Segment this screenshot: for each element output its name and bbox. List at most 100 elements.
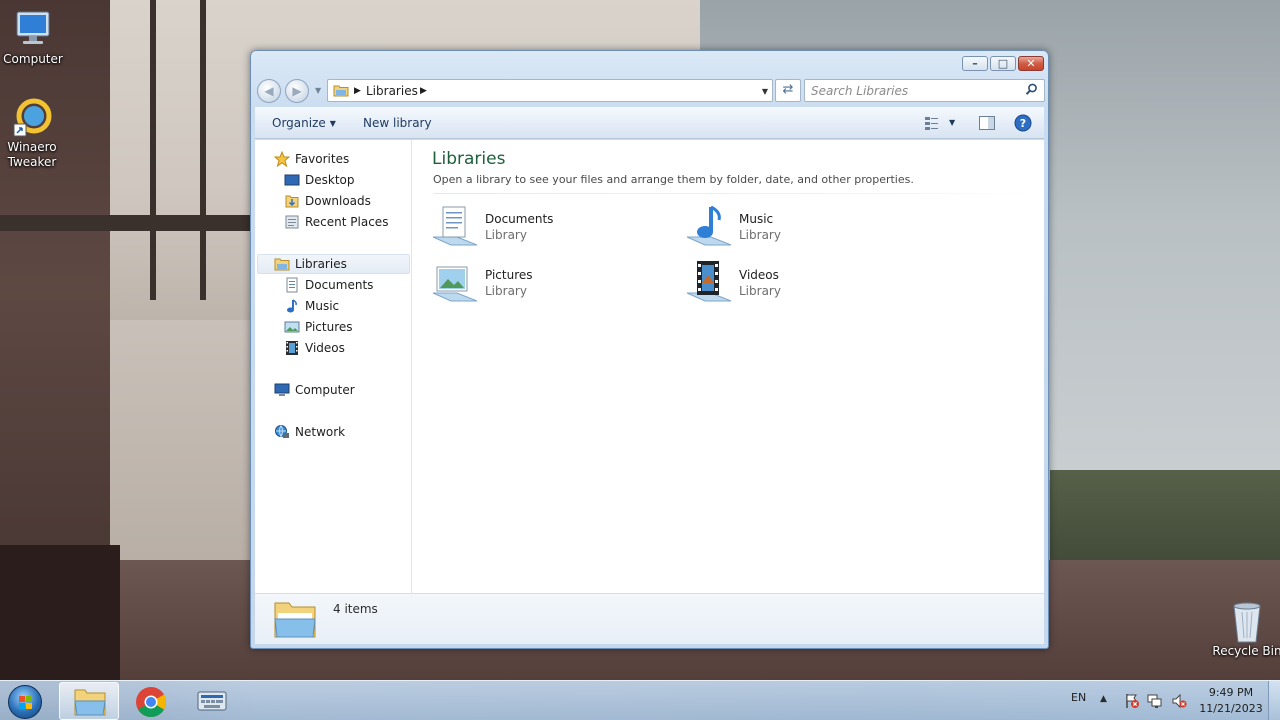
search-icon[interactable] xyxy=(1025,83,1038,99)
navigation-bar: ◀ ▶ ▼ ▶ Libraries ▶ ▼ ⇄ xyxy=(255,77,1045,105)
library-kind: Library xyxy=(739,228,781,242)
system-clock[interactable]: 9:49 PM 11/21/2023 xyxy=(1196,685,1266,717)
close-icon: ✕ xyxy=(1026,57,1036,70)
change-view-button[interactable] xyxy=(923,113,943,133)
organize-label: Organize xyxy=(272,116,326,130)
nav-label: Favorites xyxy=(295,152,350,166)
svg-text:?: ? xyxy=(1020,117,1026,130)
item-count: 4 items xyxy=(333,602,378,616)
forward-button[interactable]: ▶ xyxy=(285,79,309,103)
clock-time: 9:49 PM xyxy=(1208,686,1254,699)
search-input[interactable] xyxy=(811,82,1011,99)
library-kind: Library xyxy=(739,284,781,298)
library-name: Music xyxy=(739,212,774,226)
music-library-icon xyxy=(685,203,733,251)
new-library-button[interactable]: New library xyxy=(363,115,432,131)
network-icon xyxy=(274,424,290,440)
view-options-chevron-icon[interactable]: ▼ xyxy=(949,115,955,131)
breadcrumb-libraries[interactable]: Libraries xyxy=(366,83,418,99)
divider xyxy=(433,193,1030,194)
back-button[interactable]: ◀ xyxy=(257,79,281,103)
page-title: Libraries xyxy=(432,149,506,169)
nav-label: Music xyxy=(305,299,340,313)
library-view[interactable]: Libraries Open a library to see your fil… xyxy=(413,140,1044,593)
content-area: Favorites Desktop Downloads Recent Place… xyxy=(255,140,1044,593)
minimize-button[interactable]: – xyxy=(962,56,988,71)
desktop-computer-icon[interactable]: Computer xyxy=(0,8,70,67)
desktop-recycle-bin-icon[interactable]: Recycle Bin xyxy=(1210,600,1280,659)
videos-library-icon xyxy=(685,259,733,307)
documents-icon xyxy=(284,277,300,293)
taskbar-explorer-button[interactable] xyxy=(59,682,119,720)
recent-places-icon xyxy=(284,214,300,230)
desktop-icon-label: Recycle Bin xyxy=(1212,644,1280,658)
documents-library-icon xyxy=(431,203,479,251)
explorer-window[interactable]: – □ ✕ ◀ ▶ ▼ ▶ Libraries ▶ ▼ ⇄ Organize▼ … xyxy=(250,50,1049,649)
nav-label: Downloads xyxy=(305,194,371,208)
taskbar-keyboard-button[interactable] xyxy=(181,682,241,720)
organize-menu[interactable]: Organize ▼ xyxy=(272,115,336,132)
address-dropdown-icon[interactable]: ▼ xyxy=(762,84,768,100)
help-button[interactable]: ? xyxy=(1013,113,1033,133)
libraries-folder-icon xyxy=(273,599,317,639)
preview-pane-button[interactable] xyxy=(977,113,997,133)
library-item-videos[interactable]: Videos Library xyxy=(685,259,925,307)
search-box[interactable] xyxy=(804,79,1045,102)
nav-label: Recent Places xyxy=(305,215,389,229)
volume-muted-icon[interactable] xyxy=(1171,693,1187,709)
navigation-pane[interactable]: Favorites Desktop Downloads Recent Place… xyxy=(255,140,412,593)
library-item-documents[interactable]: Documents Library xyxy=(431,203,671,251)
pictures-icon xyxy=(284,319,300,335)
back-arrow-icon: ◀ xyxy=(264,84,274,98)
on-screen-keyboard-icon xyxy=(196,688,228,717)
action-center-icon[interactable] xyxy=(1124,693,1140,709)
maximize-button[interactable]: □ xyxy=(990,56,1016,71)
library-item-pictures[interactable]: Pictures Library xyxy=(431,259,671,307)
pictures-library-icon xyxy=(431,259,479,307)
computer-icon xyxy=(11,8,55,50)
breadcrumb-separator-icon[interactable]: ▶ xyxy=(420,83,427,99)
nav-label: Network xyxy=(295,425,346,439)
nav-label: Computer xyxy=(295,383,355,397)
star-icon xyxy=(273,150,291,168)
command-bar: Organize ▼ New library ▼ ? xyxy=(255,107,1044,139)
refresh-button[interactable]: ⇄ xyxy=(775,79,801,102)
nav-label: Libraries xyxy=(295,257,347,271)
caption-buttons: – □ ✕ xyxy=(962,56,1044,71)
show-hidden-icons-icon[interactable]: ▲ xyxy=(1100,694,1116,710)
address-bar[interactable]: ▶ Libraries ▶ ▼ xyxy=(327,79,773,102)
desktop-winaero-tweaker-icon[interactable]: Winaero Tweaker xyxy=(0,96,69,170)
nav-label: Pictures xyxy=(305,320,353,334)
recycle-bin-icon xyxy=(1225,600,1269,643)
google-chrome-icon xyxy=(135,686,167,720)
nav-label: Videos xyxy=(305,341,345,355)
refresh-icon: ⇄ xyxy=(782,82,794,97)
start-button[interactable] xyxy=(4,683,48,719)
language-indicator[interactable]: EN xyxy=(1071,691,1086,704)
library-name: Pictures xyxy=(485,268,533,282)
taskbar-chrome-button[interactable] xyxy=(121,682,181,720)
libraries-folder-icon xyxy=(333,84,349,97)
maximize-icon: □ xyxy=(997,57,1009,70)
breadcrumb-separator-icon[interactable]: ▶ xyxy=(354,83,361,99)
computer-icon xyxy=(274,382,290,398)
downloads-icon xyxy=(284,193,300,209)
recent-pages-dropdown[interactable]: ▼ xyxy=(315,86,321,95)
desktop-icon-label-line1: Winaero xyxy=(7,140,57,154)
library-item-music[interactable]: Music Library xyxy=(685,203,925,251)
minimize-icon: – xyxy=(972,57,978,70)
library-name: Videos xyxy=(739,268,779,282)
library-kind: Library xyxy=(485,284,527,298)
nav-label: Documents xyxy=(305,278,374,292)
forward-arrow-icon: ▶ xyxy=(292,84,302,98)
taskbar: EN ▲ 9:49 PM 11/21/2023 xyxy=(0,680,1280,720)
show-desktop-button[interactable] xyxy=(1268,681,1280,720)
network-status-icon[interactable] xyxy=(1147,693,1163,709)
details-pane: 4 items xyxy=(255,593,1044,644)
windows-explorer-icon xyxy=(73,687,107,720)
winaero-tweaker-icon xyxy=(10,96,54,138)
videos-icon xyxy=(284,340,300,356)
chevron-down-icon: ▼ xyxy=(329,119,336,128)
desktop-icon-label: Computer xyxy=(3,52,63,66)
close-button[interactable]: ✕ xyxy=(1018,56,1044,71)
